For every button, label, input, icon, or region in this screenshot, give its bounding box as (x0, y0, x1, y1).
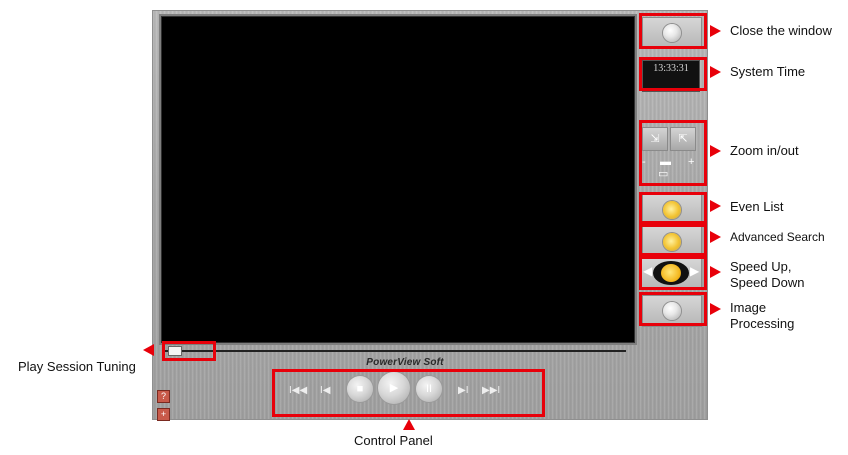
highlight-control-panel (272, 369, 545, 417)
label-speed-line2: Speed Down (730, 275, 805, 290)
highlight-time (639, 57, 707, 91)
label-control-panel: Control Panel (354, 433, 433, 448)
arrow-play-session (143, 344, 154, 356)
label-advanced-search: Advanced Search (730, 230, 825, 244)
arrow-close (710, 25, 721, 37)
seek-track[interactable] (162, 350, 626, 352)
brand-label: PowerView Soft (366, 357, 444, 368)
highlight-zoom (639, 120, 707, 186)
label-image-line2: Processing (730, 316, 795, 331)
label-close-window: Close the window (730, 23, 832, 38)
highlight-image-processing (639, 292, 707, 326)
arrow-control-panel (403, 419, 415, 430)
arrow-speed (710, 266, 721, 278)
mini-tools: ?+ (157, 386, 183, 421)
arrow-time (710, 66, 721, 78)
highlight-close (639, 13, 707, 49)
label-image-line1: Image (730, 300, 767, 315)
label-speed-line1: Speed Up, (730, 259, 792, 274)
highlight-event-list (639, 192, 707, 224)
video-display (159, 14, 637, 345)
highlight-advanced-search (639, 224, 707, 256)
mini-tool-2-icon[interactable]: + (157, 408, 170, 421)
label-even-list: Even List (730, 199, 784, 214)
label-zoom: Zoom in/out (730, 143, 799, 158)
arrow-event-list (710, 200, 721, 212)
highlight-play-session (162, 341, 216, 361)
player-window: 13:33:31 ⇲ ⇱ - ▬ + ▭ ◀ ▶ PowerView Soft … (152, 10, 708, 421)
label-play-session: Play Session Tuning (18, 359, 136, 374)
label-system-time: System Time (730, 64, 806, 79)
mini-tool-1-icon[interactable]: ? (157, 390, 170, 403)
arrow-zoom (710, 145, 721, 157)
arrow-advanced-search (710, 231, 721, 243)
highlight-speed (639, 256, 707, 290)
arrow-image-processing (710, 303, 721, 315)
